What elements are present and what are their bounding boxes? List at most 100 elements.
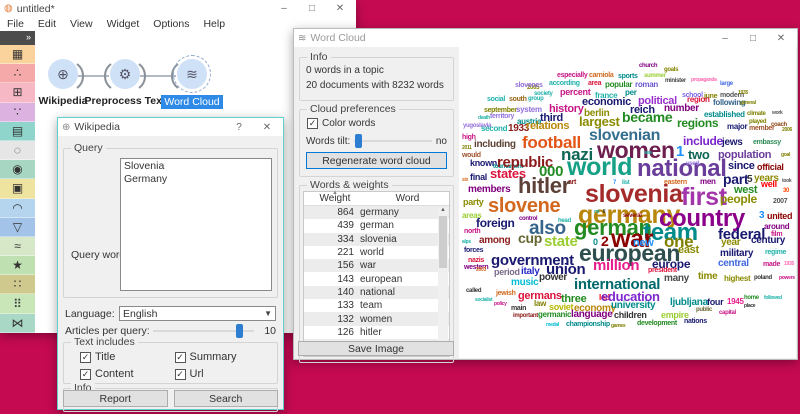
toolbox-category-networks[interactable]: ⋈ (0, 314, 35, 333)
wc-close-button[interactable]: ✕ (769, 31, 793, 46)
widget-icon[interactable]: ⚙ (110, 59, 140, 89)
table-row[interactable]: 143european (304, 272, 449, 285)
cloud-word[interactable]: forces (464, 247, 483, 254)
scroll-up-arrow[interactable]: ▲ (440, 207, 446, 216)
cloud-word[interactable]: development (637, 320, 677, 327)
cloud-word[interactable]: 2003 (476, 268, 486, 273)
cloud-word[interactable]: nazis (468, 257, 484, 264)
menu-item-widget[interactable]: Widget (107, 18, 140, 30)
cloud-word[interactable]: place (744, 304, 755, 309)
cloud-word[interactable]: sports (618, 73, 638, 80)
menu-item-file[interactable]: File (7, 18, 24, 30)
cloud-word[interactable]: 1935 (738, 91, 748, 96)
checkbox-summary[interactable]: ✓Summary (175, 351, 270, 363)
table-row[interactable]: 221world (304, 246, 449, 259)
checkbox-url[interactable]: ✓Url (175, 368, 270, 380)
maximize-button[interactable]: □ (300, 1, 324, 16)
toolbox-collapse-button[interactable]: » (0, 31, 35, 45)
cloud-word[interactable]: germanic (538, 311, 571, 319)
table-row[interactable]: 133team (304, 299, 449, 312)
cloud-word[interactable]: well (761, 180, 777, 189)
cloud-word[interactable]: according (549, 80, 580, 87)
cloud-word[interactable]: slovene (488, 196, 560, 216)
widget-icon[interactable]: ≋ (177, 59, 207, 89)
articles-per-query-slider[interactable] (153, 324, 254, 338)
cloud-word[interactable]: important (513, 313, 538, 319)
cloud-word[interactable]: year (721, 238, 740, 248)
cloud-word[interactable]: music (511, 278, 538, 288)
cloud-word[interactable]: four (707, 298, 723, 307)
scrollbar-thumb[interactable] (439, 216, 447, 268)
cloud-word[interactable]: including (474, 140, 516, 150)
toolbox-category-spectroscopy[interactable]: ◠ (0, 199, 35, 218)
save-image-button[interactable]: Save Image (298, 341, 454, 356)
cloud-word[interactable]: highest (724, 275, 750, 283)
cloud-word[interactable]: language (571, 310, 613, 320)
cloud-word[interactable]: final (470, 173, 487, 182)
widget-node-word-cloud[interactable]: ≋Word Cloud (150, 59, 234, 109)
checkbox-content[interactable]: ✓Content (80, 368, 175, 380)
cloud-word[interactable]: italy (521, 267, 540, 277)
cloud-word[interactable]: 2006 (782, 128, 792, 133)
cloud-word[interactable]: home (744, 295, 759, 301)
cloud-word[interactable]: embassy (753, 139, 781, 146)
cloud-word[interactable]: slovenes (515, 82, 543, 89)
cloud-word[interactable]: work (772, 111, 782, 116)
cloud-word[interactable]: general (740, 101, 756, 106)
cloud-word[interactable]: medal (546, 323, 559, 328)
regenerate-button[interactable]: Regenerate word cloud (306, 152, 447, 169)
table-row[interactable]: 334slovenia (304, 233, 449, 246)
cloud-word[interactable]: 2007 (773, 198, 787, 205)
articles-slider-handle[interactable] (236, 324, 243, 338)
table-header[interactable]: ▲ Weight Word (304, 192, 449, 206)
toolbox-category-educational[interactable]: ◉ (0, 160, 35, 179)
cloud-word[interactable]: propaganda (691, 78, 717, 83)
toolbox-category-image-analytics[interactable]: ▣ (0, 179, 35, 198)
cloud-word[interactable]: socialist (475, 298, 492, 303)
cloud-word[interactable]: party (463, 198, 484, 207)
cloud-word[interactable]: east (678, 245, 699, 256)
cloud-word[interactable]: north (464, 228, 480, 235)
cloud-word[interactable]: major (727, 123, 747, 131)
cloud-word[interactable]: climate (747, 111, 766, 117)
menu-item-view[interactable]: View (70, 18, 93, 30)
cloud-word[interactable]: children (614, 311, 647, 320)
menu-item-edit[interactable]: Edit (38, 18, 56, 30)
cloud-word[interactable]: area (588, 80, 601, 87)
cloud-word[interactable]: used (686, 161, 699, 167)
toolbox-category-time-series[interactable]: ≈ (0, 237, 35, 256)
cloud-word[interactable]: alps (462, 240, 471, 245)
cloud-word[interactable]: championship (566, 321, 610, 328)
minimize-button[interactable]: – (272, 1, 296, 16)
cloud-word[interactable]: time (698, 272, 717, 282)
cloud-word[interactable]: six (462, 178, 468, 183)
toolbox-category-category-6[interactable]: ◌ (0, 141, 35, 160)
cloud-word[interactable]: goal (781, 153, 790, 158)
cloud-word[interactable]: powers (779, 276, 795, 281)
cloud-word[interactable]: official (757, 163, 784, 172)
cloud-word[interactable]: capital (719, 310, 736, 316)
search-button[interactable]: Search (174, 390, 279, 407)
widget-icon[interactable]: ⊕ (48, 59, 78, 89)
cloud-word[interactable]: power (539, 273, 567, 283)
toolbox-category-unsupervised[interactable]: ▤ (0, 122, 35, 141)
color-words-checkbox[interactable]: ✓ Color words (307, 118, 375, 129)
cloud-word[interactable]: large (720, 81, 733, 87)
cloud-word[interactable]: goals (664, 67, 678, 73)
cloud-word[interactable]: policy (494, 302, 507, 307)
help-button[interactable]: ? (227, 120, 251, 135)
cloud-word[interactable]: among (479, 236, 510, 246)
cloud-word[interactable]: foreign (476, 217, 515, 229)
cloud-word[interactable]: million (593, 258, 639, 273)
cloud-word[interactable]: members (468, 185, 510, 195)
word-column-header[interactable]: Word (366, 193, 449, 204)
cloud-word[interactable]: south (509, 96, 527, 103)
tilt-slider-handle[interactable] (355, 134, 362, 148)
cloud-word[interactable]: called (466, 288, 481, 294)
cloud-word[interactable]: group (528, 96, 544, 102)
cloud-word[interactable]: territory (490, 113, 514, 120)
table-row[interactable]: 156war (304, 259, 449, 272)
table-row[interactable]: 140national (304, 286, 449, 299)
table-row[interactable]: 126hitler (304, 326, 449, 339)
table-scrollbar[interactable]: ▲ ▼ (438, 207, 448, 355)
